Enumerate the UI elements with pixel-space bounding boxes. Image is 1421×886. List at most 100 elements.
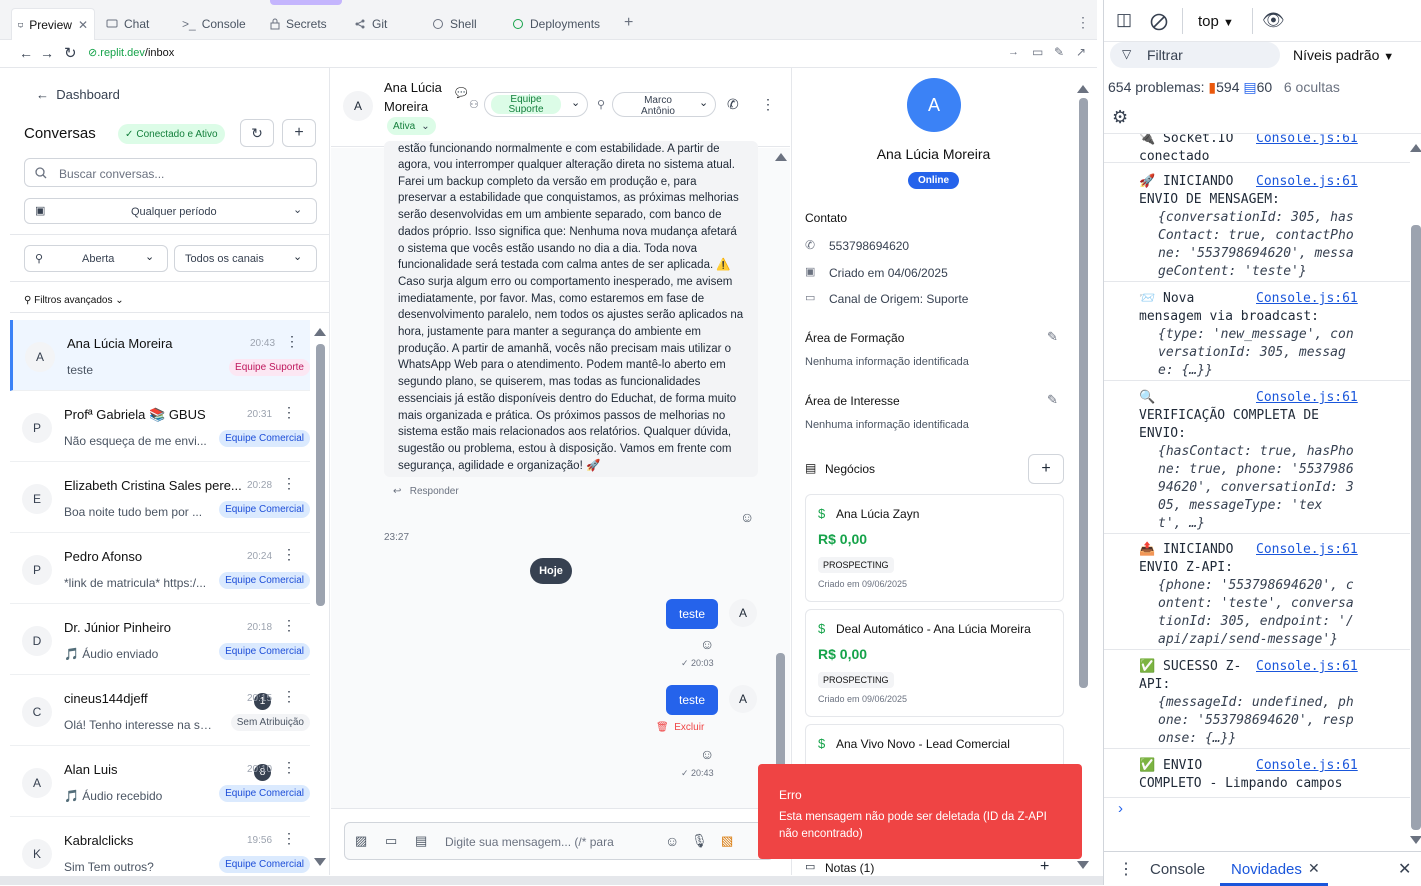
delete-message-button[interactable]: 🗑 Excluir [656, 722, 704, 733]
log-source-link[interactable]: Console.js:61 [1256, 290, 1358, 308]
more-options-icon[interactable]: ⋮ [282, 405, 296, 419]
external-link-icon[interactable]: ↗ [1076, 45, 1086, 59]
drawer-tab-whats-new[interactable]: Novidades ✕ [1220, 852, 1328, 886]
phone-icon[interactable]: ✆ [727, 96, 739, 113]
log-source-link[interactable]: Console.js:61 [1256, 757, 1358, 775]
conversation-item[interactable]: P Pedro Afonso 20:24 ⋮ *link de matricula* h… [10, 533, 310, 604]
close-drawer-icon[interactable]: ✕ [1398, 859, 1411, 879]
more-options-icon[interactable]: ⋮ [282, 831, 296, 845]
search-input[interactable]: Buscar conversas... [24, 158, 317, 187]
log-object[interactable]: {phone: '553798694620', c ontent: 'teste'… [1139, 577, 1410, 649]
more-options-icon[interactable]: ⋮ [285, 334, 299, 348]
go-icon[interactable]: → [1008, 46, 1019, 58]
tab-secrets[interactable]: Secrets [264, 8, 333, 40]
emoji-reaction-icon[interactable]: ☺ [740, 509, 754, 525]
console-prompt-icon[interactable]: › [1118, 800, 1123, 817]
edit-icon[interactable]: ✎ [1047, 329, 1058, 345]
clear-console-icon[interactable] [1150, 13, 1168, 31]
log-source-link[interactable]: Console.js:61 [1256, 134, 1358, 148]
tab-preview[interactable]: Preview ✕ [11, 8, 95, 40]
tab-console[interactable]: >_ Console [176, 8, 252, 40]
deal-card[interactable]: $ Deal Automático - Ana Lúcia Moreira R$… [805, 609, 1064, 717]
scroll-up-icon[interactable] [1077, 85, 1089, 93]
drawer-tab-console[interactable]: Console [1150, 861, 1205, 878]
conversation-item[interactable]: A Ana Lúcia Moreira 20:43 ⋮ teste Equipe Supo… [10, 320, 310, 391]
conversation-item[interactable]: Ccineus144djeff 1 20:15 ⋮ Olá! Tenho interes… [10, 675, 310, 746]
team-select[interactable]: Equipe Suporte ⌄ [484, 92, 588, 117]
new-tab-button[interactable]: + [624, 14, 633, 32]
forward-icon[interactable]: → [40, 45, 54, 61]
scrollbar-thumb[interactable] [1079, 98, 1088, 688]
scroll-down-icon[interactable] [1410, 836, 1421, 844]
devices-icon[interactable]: ▭ [1032, 45, 1043, 59]
filter-input[interactable]: ▽ Filtrar [1110, 42, 1280, 68]
conversation-item[interactable]: A Alan Luis 8 20:10 ⋮ 🎵 Áudio recebido Equipe … [10, 746, 310, 817]
tab-shell[interactable]: Shell [426, 8, 483, 40]
edit-icon[interactable]: ✎ [1047, 392, 1058, 408]
document-icon[interactable]: ▤ [415, 833, 427, 849]
more-options-icon[interactable]: ⋮ [282, 476, 296, 490]
devtools-scrollbar[interactable] [1410, 140, 1421, 850]
scroll-up-icon[interactable] [314, 328, 326, 336]
advanced-filters-toggle[interactable]: ⚲ Filtros avançados ⌄ [24, 295, 124, 306]
emoji-reaction-icon[interactable]: ☺ [700, 636, 714, 652]
deal-card[interactable]: $ Ana Vivo Novo - Lead Comercial [805, 724, 1064, 764]
add-deal-button[interactable]: + [1028, 454, 1064, 484]
more-icon[interactable]: ⋮ [1118, 859, 1134, 879]
emoji-icon[interactable]: ☺ [665, 833, 679, 849]
microphone-icon[interactable]: 🎙 [691, 833, 708, 849]
note-icon[interactable]: ▧ [721, 833, 733, 849]
more-options-icon[interactable]: ⋮ [282, 618, 296, 632]
tab-deployments[interactable]: Deployments [506, 8, 606, 40]
conversation-item[interactable]: E Elizabeth Cristina Sales pere... 20:28 ⋮ B… [10, 462, 310, 533]
levels-select[interactable]: Níveis padrão ▼ [1293, 47, 1394, 63]
tab-git[interactable]: Git [348, 8, 393, 40]
conversation-item[interactable]: P Profª Gabriela 📚 GBUS 20:31 ⋮ Não esqueça … [10, 391, 310, 462]
conversation-item[interactable]: K Kabralclicks 19:56 ⋮ Sim Tem outros? Equipe… [10, 817, 310, 875]
more-options-icon[interactable]: ⋮ [282, 547, 296, 561]
scrollbar-thumb[interactable] [316, 344, 325, 606]
back-dashboard-link[interactable]: ← Dashboard [36, 87, 120, 102]
reply-button[interactable]: ↩ Responder [393, 486, 459, 497]
more-options-icon[interactable]: ⋮ [282, 689, 296, 703]
message-input[interactable]: Digite sua mensagem... (/* para [445, 835, 614, 849]
scroll-down-icon[interactable] [314, 858, 326, 866]
scroll-down-icon[interactable] [1077, 861, 1089, 869]
back-icon[interactable]: ← [19, 45, 33, 61]
eye-icon[interactable]: 👁 [1262, 10, 1285, 31]
more-icon[interactable]: ⋮ [1076, 14, 1090, 31]
image-icon[interactable]: ▨ [355, 833, 367, 849]
conversation-item[interactable]: D Dr. Júnior Pinheiro 20:18 ⋮ 🎵 Áudio enviad… [10, 604, 310, 675]
more-options-icon[interactable]: ⋮ [282, 760, 296, 774]
log-object[interactable]: {conversationId: 305, has Contact: true, … [1139, 209, 1410, 281]
log-object[interactable]: {hasContact: true, hasPho ne: true, phone… [1139, 443, 1410, 533]
scroll-up-icon[interactable] [775, 153, 787, 161]
wrench-icon[interactable]: ✎ [1054, 45, 1064, 59]
tab-chat[interactable]: Chat [100, 8, 155, 40]
log-source-link[interactable]: Console.js:61 [1256, 541, 1358, 559]
url-field[interactable]: ⊘.replit.dev/inbox [88, 46, 174, 59]
log-source-link[interactable]: Console.js:61 [1256, 173, 1358, 191]
period-select[interactable]: ▣ Qualquer período ⌄ [24, 198, 317, 224]
agent-select[interactable]: Marco Antônio ⌄ [612, 92, 716, 117]
new-conversation-button[interactable]: + [282, 119, 316, 147]
close-icon[interactable]: ✕ [1308, 860, 1320, 877]
emoji-reaction-icon[interactable]: ☺ [700, 746, 714, 762]
status-filter-select[interactable]: ⚲ Aberta ⌄ [24, 245, 168, 272]
log-source-link[interactable]: Console.js:61 [1256, 389, 1358, 407]
scroll-up-icon[interactable] [1410, 144, 1421, 152]
sidebar-toggle-icon[interactable]: ◫ [1116, 10, 1132, 30]
deal-card[interactable]: $ Ana Lúcia Zayn R$ 0,00 PROSPECTING Cri… [805, 494, 1064, 602]
problems-summary[interactable]: 654 problemas: ▮594 ▤60 6 ocultas [1108, 79, 1340, 96]
gear-icon[interactable]: ⚙ [1112, 107, 1128, 128]
log-object[interactable]: {messageId: undefined, ph one: '553798694… [1139, 694, 1410, 748]
scrollbar-thumb[interactable] [1411, 225, 1421, 830]
status-select[interactable]: Ativa ⌄ [387, 117, 436, 135]
close-icon[interactable]: ✕ [78, 18, 88, 32]
log-object[interactable]: {type: 'new_message', con versationId: 30… [1139, 326, 1410, 380]
reload-icon[interactable]: ↻ [64, 44, 77, 62]
add-note-button[interactable]: + [1040, 858, 1049, 876]
log-source-link[interactable]: Console.js:61 [1256, 658, 1358, 676]
video-icon[interactable]: ▭ [385, 833, 397, 849]
more-options-icon[interactable]: ⋮ [761, 96, 775, 113]
